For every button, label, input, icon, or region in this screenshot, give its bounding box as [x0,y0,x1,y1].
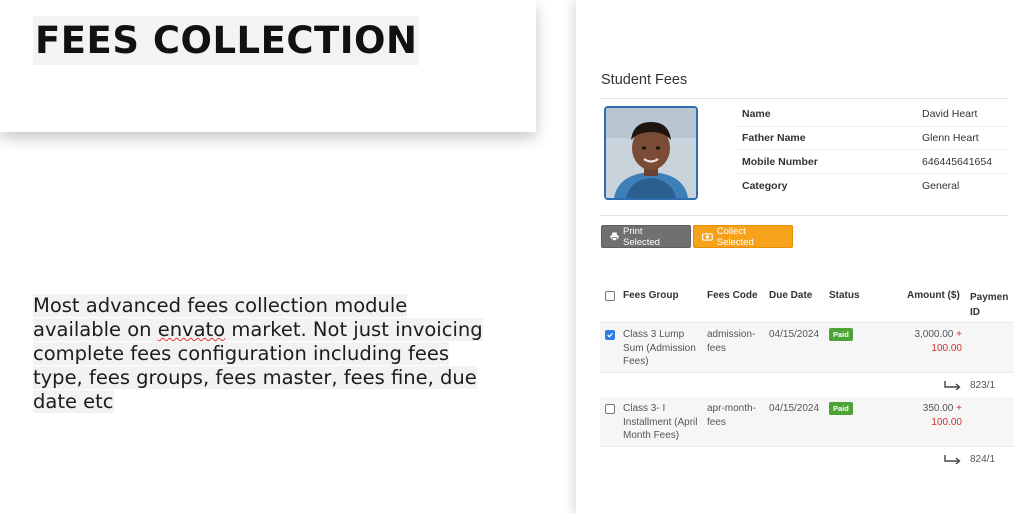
money-icon [702,232,713,241]
row-checkbox[interactable] [605,404,615,414]
fees-code-cell: apr-month-fees [707,403,756,428]
check-icon [607,332,613,338]
amount-cell: 3,000.00 + 100.00 [914,329,962,354]
print-selected-button[interactable]: Print Selected [601,225,691,248]
collect-selected-label: Collect Selected [716,225,754,248]
header-fees-group: Fees Group [623,290,679,301]
description-line-3: complete fees configuration including fe… [33,342,450,365]
status-cell: Paid [829,402,853,416]
print-selected-label: Print Selected [622,225,660,248]
header-amount: Amount ($) [907,290,960,301]
fees-table: Fees Group Fees Code Due Date Status Amo… [600,286,1014,471]
due-date-cell: 04/15/2024 [769,329,820,340]
payment-id[interactable]: 824/1 [970,454,995,465]
header-payment-id: Paymen ID [970,292,1009,318]
status-badge: Paid [829,328,853,341]
description-line-1: Most advanced fees collection module [33,294,408,317]
select-all-checkbox[interactable] [605,291,615,301]
header-status: Status [829,290,860,301]
student-fees-panel: Student Fees Name David Heart Father Nam… [576,0,1014,514]
status-cell: Paid [829,328,853,342]
table-row: Class 3 Lump Sum (Admission Fees) admissio… [600,323,1014,373]
header-due-date: Due Date [769,290,813,301]
fees-table-header: Fees Group Fees Code Due Date Status Amo… [600,286,1014,323]
amount-cell: 350.00 + 100.00 [922,403,962,428]
panel-title: Student Fees [601,72,688,88]
info-row-category: Category General [742,179,960,192]
description-line-5: date etc [33,390,114,413]
fees-group-cell: Class 3- I Installment (April Month Fees) [623,403,698,441]
collect-selected-button[interactable]: Collect Selected [693,225,793,248]
info-row-mobile: Mobile Number 646445641654 [736,150,1008,175]
arrow-return-icon [944,455,961,464]
student-photo [604,106,698,200]
due-date-cell: 04/15/2024 [769,403,820,414]
description-line-2: available on envato market. Not just inv… [33,318,483,341]
status-badge: Paid [829,402,853,415]
fees-group-cell: Class 3 Lump Sum (Admission Fees) [623,329,696,367]
printer-icon [610,232,619,241]
divider [600,215,1008,216]
fees-code-cell: admission-fees [707,329,756,354]
description: Most advanced fees collection module ava… [33,294,493,414]
payment-id[interactable]: 823/1 [970,380,995,391]
description-line-4: type, fees groups, fees master, fees fin… [33,366,477,389]
student-info-table: Name David Heart Father Name Glenn Heart… [736,103,1008,198]
table-row: Class 3- I Installment (April Month Fees) … [600,397,1014,447]
page-title: FEES COLLECTION [33,16,420,65]
info-row-father-name: Father Name Glenn Heart [736,127,1008,151]
payment-sub-row: 823/1 [600,373,1014,397]
row-checkbox[interactable] [605,330,615,340]
info-row-name: Name David Heart [736,103,1008,127]
arrow-return-icon [944,381,961,390]
header-fees-code: Fees Code [707,290,758,301]
student-photo-icon [606,108,696,198]
payment-sub-row: 824/1 [600,447,1014,471]
title-card: FEES COLLECTION [0,0,536,132]
divider [600,98,1008,99]
